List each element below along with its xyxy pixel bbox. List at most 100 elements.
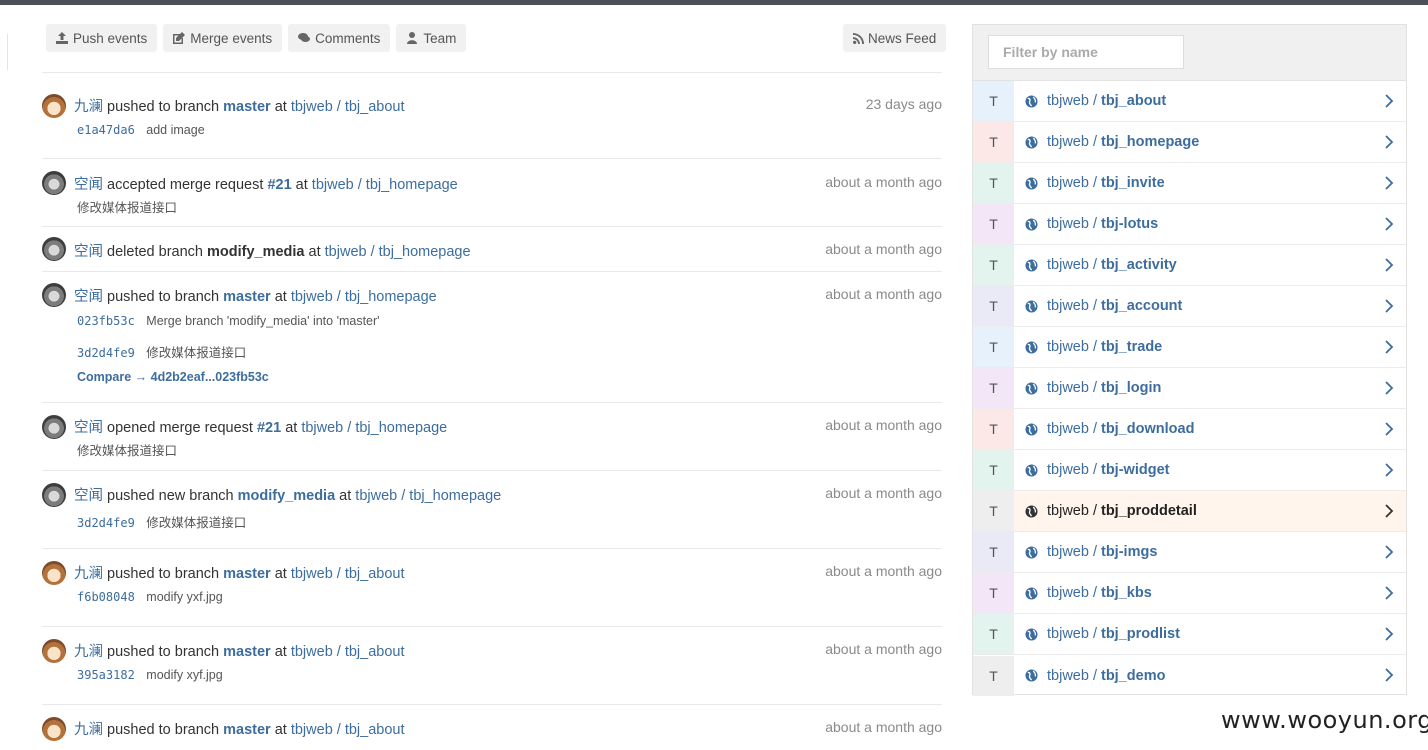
project-name-link[interactable]: tbjweb / tbj_invite: [1047, 175, 1165, 191]
project-item[interactable]: Ttbjweb / tbj-widget: [973, 450, 1406, 491]
project-item[interactable]: Ttbjweb / tbj_kbs: [973, 573, 1406, 614]
project-name-link[interactable]: tbjweb / tbj_trade: [1047, 339, 1162, 355]
avatar[interactable]: [42, 94, 66, 118]
event-project-link[interactable]: tbjweb / tbj_about: [291, 722, 405, 738]
tab-comments[interactable]: Comments: [288, 24, 391, 52]
event-user-link[interactable]: 九澜: [74, 722, 103, 738]
event-user-link[interactable]: 空闻: [74, 177, 103, 193]
event-branch-link[interactable]: master: [223, 722, 271, 738]
project-item[interactable]: Ttbjweb / tbj_proddetail: [973, 491, 1406, 532]
project-item[interactable]: Ttbjweb / tbj_download: [973, 409, 1406, 450]
event-user-link[interactable]: 空闻: [74, 244, 103, 260]
tab-push-events[interactable]: Push events: [46, 24, 158, 52]
commit-sha-link[interactable]: 023fb53c: [77, 314, 135, 328]
tab-merge-events[interactable]: Merge events: [163, 24, 283, 52]
commit-sha-link[interactable]: 3d2d4fe9: [77, 516, 135, 530]
project-name-link[interactable]: tbjweb / tbj-imgs: [1047, 544, 1157, 560]
avatar[interactable]: [42, 561, 66, 585]
avatar[interactable]: [42, 639, 66, 663]
commit-row: 395a3182 modify xyf.jpg: [77, 668, 223, 682]
commit-message: Merge branch 'modify_media' into 'master…: [146, 314, 380, 328]
project-namespace: tbjweb /: [1047, 544, 1101, 560]
event-branch-link[interactable]: master: [223, 289, 271, 305]
project-name-link[interactable]: tbjweb / tbj_activity: [1047, 257, 1177, 273]
event-time: about a month ago: [825, 563, 942, 579]
event-branch-link[interactable]: master: [223, 644, 271, 660]
filter-by-name-input[interactable]: [988, 35, 1184, 69]
project-name-link[interactable]: tbjweb / tbj_proddetail: [1047, 503, 1197, 519]
avatar[interactable]: [42, 171, 66, 195]
project-name-link[interactable]: tbjweb / tbj_account: [1047, 298, 1182, 314]
news-feed-button[interactable]: News Feed: [843, 24, 947, 52]
commit-message: 修改媒体报道接口: [146, 346, 247, 360]
chevron-right-icon: [1385, 463, 1394, 477]
project-name-link[interactable]: tbjweb / tbj_about: [1047, 93, 1166, 109]
project-repo: tbj-widget: [1101, 462, 1170, 478]
project-name-link[interactable]: tbjweb / tbj-widget: [1047, 462, 1169, 478]
project-name-link[interactable]: tbjweb / tbj_download: [1047, 421, 1194, 437]
event-project-link[interactable]: tbjweb / tbj_homepage: [312, 177, 458, 193]
event-project-link[interactable]: tbjweb / tbj_about: [291, 99, 405, 115]
event-user-link[interactable]: 九澜: [74, 566, 103, 582]
commit-message: modify yxf.jpg: [146, 590, 223, 604]
event-branch-link[interactable]: master: [223, 566, 271, 582]
project-item[interactable]: Ttbjweb / tbj_login: [973, 368, 1406, 409]
commit-sha-link[interactable]: f6b08048: [77, 590, 135, 604]
event-user-link[interactable]: 九澜: [74, 644, 103, 660]
event-project-link[interactable]: tbjweb / tbj_about: [291, 566, 405, 582]
project-avatar-letter: T: [973, 122, 1014, 162]
project-repo: tbj_proddetail: [1101, 503, 1197, 519]
project-avatar-letter: T: [973, 204, 1014, 244]
project-item[interactable]: Ttbjweb / tbj-lotus: [973, 204, 1406, 245]
globe-icon: [1025, 258, 1038, 272]
event-time: about a month ago: [825, 485, 942, 501]
event-project-link[interactable]: tbjweb / tbj_homepage: [291, 289, 437, 305]
project-item[interactable]: Ttbjweb / tbj_homepage: [973, 122, 1406, 163]
commit-sha-link[interactable]: e1a47da6: [77, 123, 135, 137]
event-branch-link[interactable]: modify_media: [238, 488, 336, 504]
commit-row: 3d2d4fe9 修改媒体报道接口: [77, 512, 246, 531]
globe-icon: [1025, 340, 1038, 354]
project-item[interactable]: Ttbjweb / tbj_prodlist: [973, 614, 1406, 655]
project-item[interactable]: Ttbjweb / tbj_invite: [973, 163, 1406, 204]
event-user-link[interactable]: 空闻: [74, 420, 103, 436]
commit-sha-link[interactable]: 3d2d4fe9: [77, 346, 135, 360]
news-feed-label: News Feed: [868, 30, 937, 46]
project-name-link[interactable]: tbjweb / tbj-lotus: [1047, 216, 1158, 232]
event-branch-link[interactable]: master: [223, 99, 271, 115]
project-item[interactable]: Ttbjweb / tbj_about: [973, 81, 1406, 122]
project-repo: tbj_download: [1101, 421, 1195, 437]
project-name-link[interactable]: tbjweb / tbj_login: [1047, 380, 1161, 396]
project-item[interactable]: Ttbjweb / tbj_account: [973, 286, 1406, 327]
project-item[interactable]: Ttbjweb / tbj_activity: [973, 245, 1406, 286]
event-project-link[interactable]: tbjweb / tbj_homepage: [301, 420, 447, 436]
event-user-link[interactable]: 空闻: [74, 289, 103, 305]
event-project-link[interactable]: tbjweb / tbj_homepage: [325, 244, 471, 260]
project-item[interactable]: Ttbjweb / tbj-imgs: [973, 532, 1406, 573]
tab-team[interactable]: Team: [396, 24, 467, 52]
avatar[interactable]: [42, 717, 66, 741]
project-item[interactable]: Ttbjweb / tbj_demo: [973, 655, 1406, 696]
event-project-link[interactable]: tbjweb / tbj_about: [291, 644, 405, 660]
project-name-link[interactable]: tbjweb / tbj_homepage: [1047, 134, 1199, 150]
avatar[interactable]: [42, 415, 66, 439]
project-namespace: tbjweb /: [1047, 216, 1101, 232]
project-name-link[interactable]: tbjweb / tbj_prodlist: [1047, 626, 1180, 642]
compare-link[interactable]: Compare → 4d2b2eaf...023fb53c: [77, 370, 269, 384]
avatar[interactable]: [42, 283, 66, 307]
commit-sha-link[interactable]: 395a3182: [77, 668, 135, 682]
event-project-link[interactable]: tbjweb / tbj_homepage: [355, 488, 501, 504]
avatar[interactable]: [42, 237, 66, 261]
project-item[interactable]: Ttbjweb / tbj_trade: [973, 327, 1406, 368]
avatar[interactable]: [42, 483, 66, 507]
project-name-link[interactable]: tbjweb / tbj_demo: [1047, 668, 1165, 684]
globe-icon: [1025, 176, 1038, 190]
event-title: 九澜 pushed to branch master at tbjweb / t…: [74, 640, 405, 661]
merge-request-link[interactable]: #21: [267, 177, 291, 193]
event-user-link[interactable]: 九澜: [74, 99, 103, 115]
project-name-link[interactable]: tbjweb / tbj_kbs: [1047, 585, 1152, 601]
merge-request-link[interactable]: #21: [257, 420, 281, 436]
event-user-link[interactable]: 空闻: [74, 488, 103, 504]
event-title: 九澜 pushed to branch master at tbjweb / t…: [74, 718, 405, 739]
event-time: about a month ago: [825, 719, 942, 735]
